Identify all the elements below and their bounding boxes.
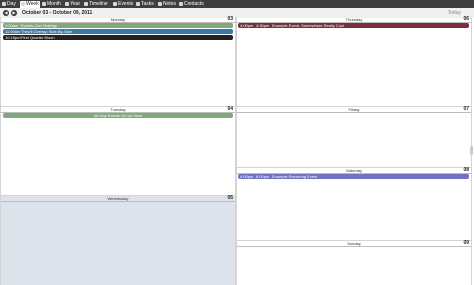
event-end-time: 6:00pm [256, 174, 270, 179]
event-title: Events Can Overlap [21, 23, 57, 28]
day-cell-thursday[interactable]: Thursday 06 4:00pm 4:30pm Example Event, S… [236, 17, 472, 106]
day-header: Wednesday 05 [1, 196, 235, 202]
tab-notes[interactable]: Notes [157, 1, 177, 8]
today-button[interactable]: Today [448, 9, 461, 17]
day-number[interactable]: 04 [227, 107, 233, 112]
day-name: Wednesday [107, 196, 129, 201]
day-name: Friday [348, 107, 360, 112]
tab-label: Month [47, 1, 61, 7]
tab-label: Timeline [89, 1, 108, 7]
event-time: 2:00am [5, 23, 19, 28]
tab-label: Contacts [184, 1, 204, 7]
day-cell-friday[interactable]: Friday 07 [236, 106, 472, 167]
day-header: Friday 07 [237, 107, 471, 113]
tab-tasks[interactable]: Tasks [135, 1, 155, 8]
event-time: 10:15pm [5, 35, 21, 40]
event-title: All-Day Events Go Up Here [93, 113, 143, 118]
month-icon [42, 1, 46, 6]
event-end-time: 4:30pm [256, 23, 270, 28]
date-range-title: October 03 - October 09, 2011 [22, 10, 93, 16]
day-icon [2, 1, 6, 6]
day-name: Monday [110, 17, 126, 22]
day-header: Sunday 09 [237, 241, 471, 247]
event-bar[interactable]: 4:00pm 4:30pm Example Event, Somewhere Rea… [238, 23, 469, 28]
tab-label: Week [26, 1, 39, 7]
event-title: Example Event, Somewhere Really Cool [272, 23, 345, 28]
tab-day[interactable]: Day [1, 1, 17, 8]
toolbar: Day Week Month Year Timeline Events Task… [0, 0, 474, 8]
day-name: Saturday [345, 168, 362, 173]
tab-timeline[interactable]: Timeline [83, 1, 109, 8]
tab-month[interactable]: Month [41, 1, 62, 8]
tab-label: Year [70, 1, 81, 7]
event-time: 11:00am [5, 29, 21, 34]
year-icon [65, 1, 69, 6]
notes-icon [158, 1, 162, 6]
day-number[interactable]: 09 [463, 241, 469, 246]
events-icon [113, 1, 117, 6]
day-name: Tuesday [110, 107, 126, 112]
day-name: Sunday [347, 241, 361, 246]
day-cell-sunday[interactable]: Sunday 09 [236, 240, 472, 285]
all-day-event-bar[interactable]: All-Day Events Go Up Here [3, 113, 233, 118]
tasks-icon [136, 1, 140, 6]
day-number[interactable]: 08 [463, 168, 469, 173]
event-bar[interactable]: 10:15pmFirst Quarter Moon [3, 35, 233, 40]
tab-label: Events [118, 1, 134, 7]
chevron-left-icon: ◀ [4, 10, 8, 15]
tab-label: Day [7, 1, 16, 7]
day-number[interactable]: 05 [227, 196, 233, 201]
event-bar[interactable]: 2:00am Events Can Overlap [3, 23, 233, 28]
event-title: First Quarter Moon [21, 35, 55, 40]
day-cell-saturday[interactable]: Saturday 08 4:00pm 6:00pm Example Recurrin… [236, 167, 472, 240]
prev-week-button[interactable]: ◀ [3, 10, 9, 16]
chevron-right-icon: ▶ [12, 10, 16, 15]
day-cell-wednesday-today[interactable]: Wednesday 05 [0, 195, 236, 285]
tab-contacts[interactable]: Contacts [178, 1, 205, 8]
day-number[interactable]: 07 [463, 107, 469, 112]
week-icon [21, 1, 25, 6]
tab-week[interactable]: Week [20, 1, 40, 8]
tab-events[interactable]: Events [112, 1, 134, 8]
event-start-time: 4:00pm [240, 174, 254, 179]
side-scroll-handle[interactable] [470, 146, 473, 155]
day-number[interactable]: 03 [227, 17, 233, 22]
event-start-time: 4:00pm [240, 23, 254, 28]
day-name: Thursday [345, 17, 363, 22]
timeline-icon [84, 1, 88, 6]
tab-year[interactable]: Year [64, 1, 81, 8]
event-title: They'll Overlap Side-By-Side [21, 29, 73, 34]
event-bar[interactable]: 4:00pm 6:00pm Example Recurring Event [238, 174, 469, 179]
day-cell-monday[interactable]: Monday 03 2:00am Events Can Overlap 11:00… [0, 17, 236, 106]
tab-label: Tasks [141, 1, 154, 7]
tab-label: Notes [163, 1, 177, 7]
event-bar[interactable]: 11:00amThey'll Overlap Side-By-Side [3, 29, 233, 34]
day-cell-tuesday[interactable]: Tuesday 04 All-Day Events Go Up Here [0, 106, 236, 196]
day-number[interactable]: 06 [463, 17, 469, 22]
event-title: Example Recurring Event [272, 174, 318, 179]
contacts-icon [179, 1, 183, 6]
next-week-button[interactable]: ▶ [11, 10, 17, 16]
